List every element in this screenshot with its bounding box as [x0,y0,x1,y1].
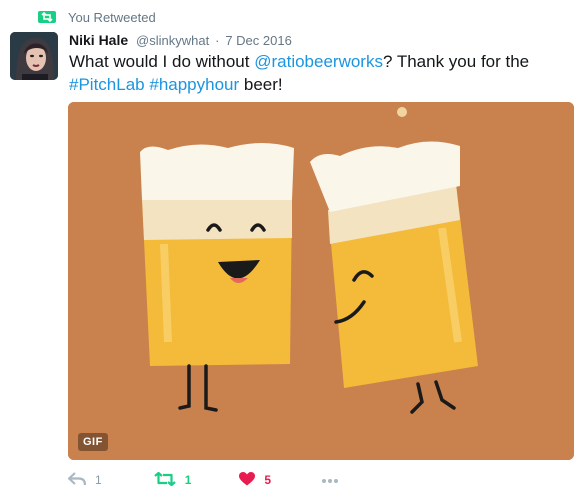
tweet-text-part: ? Thank you for the [382,52,530,71]
like-button[interactable]: 5 [239,471,272,489]
tweet-text-part: beer! [239,75,283,94]
heart-icon [239,471,256,489]
retweet-icon [153,471,176,489]
gif-badge: GIF [78,433,108,451]
tweet-date[interactable]: 7 Dec 2016 [225,33,292,48]
hashtag-link-happyhour[interactable]: #happyhour [149,75,239,94]
hashtag-link-pitchlab[interactable]: #PitchLab [69,75,145,94]
tweet-text-part: What would I do without [69,52,255,71]
retweet-icon [38,10,58,24]
more-icon [321,473,339,487]
reply-icon [67,471,87,489]
gif-media[interactable]: GIF [68,102,574,460]
retweet-context-label: You Retweeted [68,9,156,25]
author-name[interactable]: Niki Hale [69,32,128,48]
tweet-header: Niki Hale @slinkywhat · 7 Dec 2016 [69,31,292,50]
like-count: 5 [264,473,272,487]
beer-glasses-illustration [68,102,574,460]
retweet-context: You Retweeted [38,8,156,26]
retweet-count: 1 [184,473,192,487]
tweet-text: What would I do without @ratiobeerworks?… [69,50,569,96]
more-button[interactable] [321,473,339,487]
mention-link[interactable]: @ratiobeerworks [254,52,383,71]
reply-count: 1 [95,473,102,487]
separator-dot: · [215,33,220,48]
retweet-button[interactable]: 1 [153,471,192,489]
tweet-actions: 1 1 5 [67,470,339,490]
author-handle[interactable]: @slinkywhat [136,33,209,48]
reply-button[interactable]: 1 [67,471,102,489]
avatar[interactable] [10,32,58,80]
